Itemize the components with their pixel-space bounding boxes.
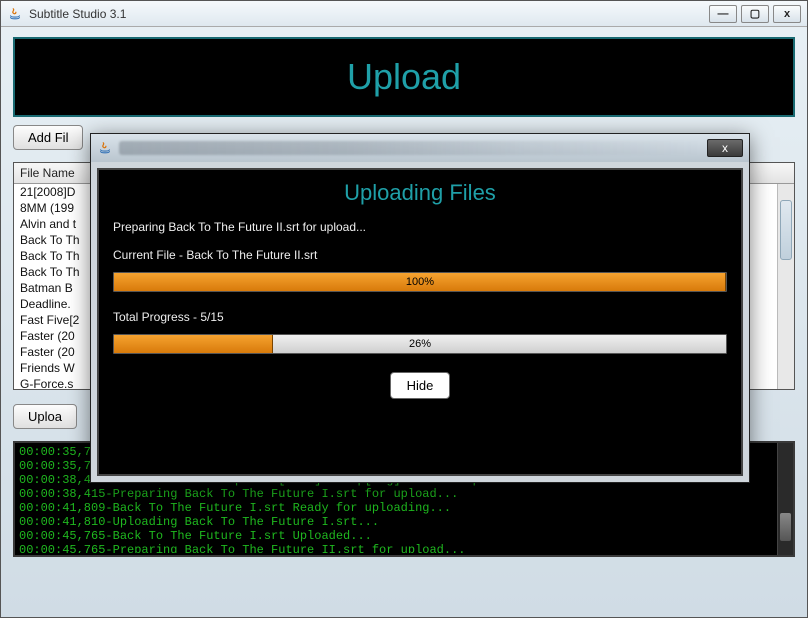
dialog-content: Preparing Back To The Future II.srt for … [99, 220, 741, 399]
add-files-button[interactable]: Add Fil [13, 125, 83, 150]
java-icon [97, 140, 113, 156]
status-text: Preparing Back To The Future II.srt for … [113, 220, 727, 234]
minimize-button[interactable]: — [709, 5, 737, 23]
dialog-titlebar[interactable]: x [91, 134, 749, 162]
scrollbar-thumb[interactable] [780, 513, 791, 541]
page-title: Upload [347, 56, 461, 98]
current-progress-bar: 100% [113, 272, 727, 292]
current-file-label: Current File - Back To The Future II.srt [113, 248, 727, 262]
console-scrollbar[interactable] [777, 443, 793, 555]
dialog-body: Uploading Files Preparing Back To The Fu… [97, 168, 743, 476]
file-table-scrollbar[interactable] [777, 184, 794, 389]
scrollbar-thumb[interactable] [780, 200, 792, 260]
upload-dialog: x Uploading Files Preparing Back To The … [90, 133, 750, 483]
total-progress-bar: 26% [113, 334, 727, 354]
window-controls: — ▢ x [709, 5, 801, 23]
progress-text: 100% [114, 273, 726, 291]
dialog-heading: Uploading Files [99, 170, 741, 220]
close-button[interactable]: x [773, 5, 801, 23]
progress-text: 26% [114, 335, 726, 353]
dialog-close-button[interactable]: x [707, 139, 743, 157]
dialog-button-row: Hide [113, 372, 727, 399]
upload-button[interactable]: Uploa [13, 404, 77, 429]
maximize-button[interactable]: ▢ [741, 5, 769, 23]
main-titlebar[interactable]: Subtitle Studio 3.1 — ▢ x [1, 1, 807, 27]
page-header: Upload [13, 37, 795, 117]
java-icon [7, 6, 23, 22]
window-title: Subtitle Studio 3.1 [29, 7, 709, 21]
total-progress-label: Total Progress - 5/15 [113, 310, 727, 324]
dialog-title [119, 141, 701, 155]
hide-button[interactable]: Hide [390, 372, 451, 399]
